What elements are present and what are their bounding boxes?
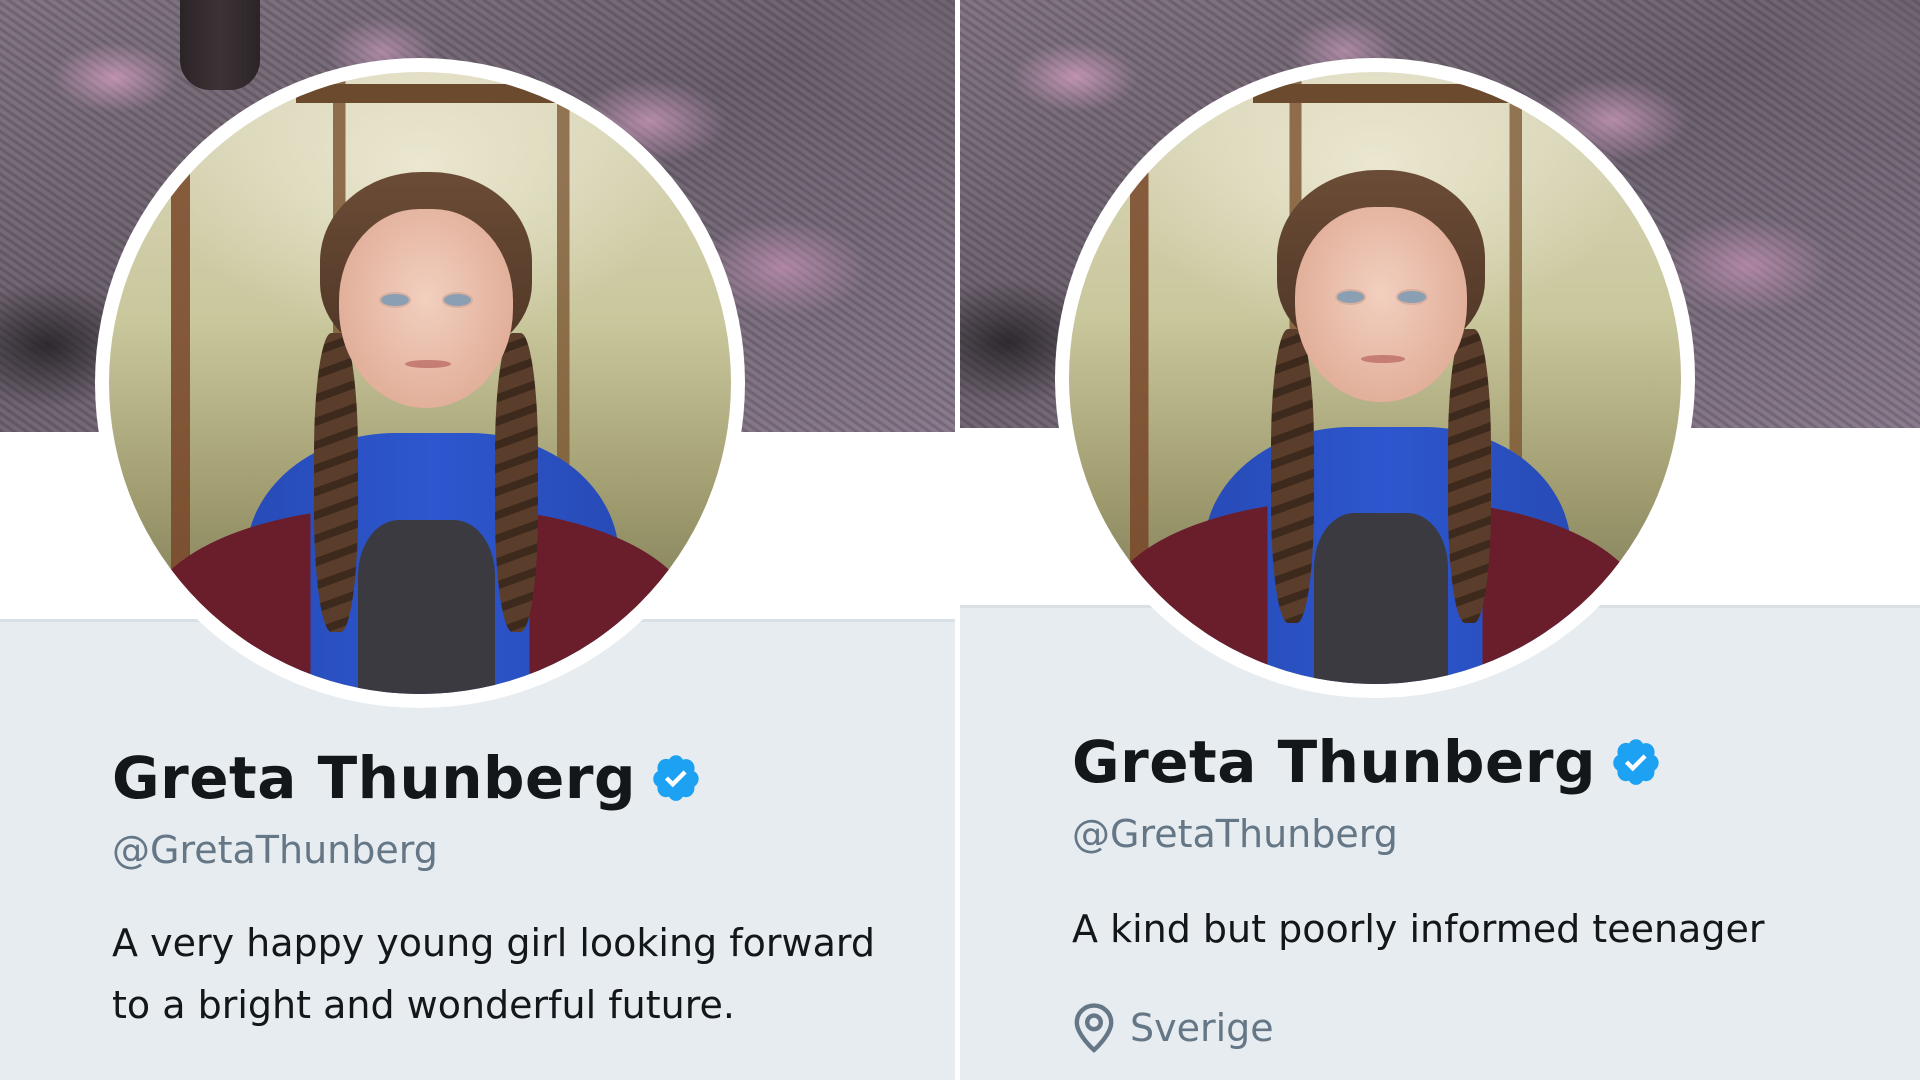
verified-badge-icon	[653, 755, 699, 801]
name-row: Greta Thunberg	[112, 738, 892, 818]
frame-beam	[295, 84, 638, 104]
avatar-photo	[109, 72, 731, 694]
face	[1295, 206, 1467, 403]
braid-left	[1270, 329, 1314, 623]
profile-panel-right: Greta Thunberg @GretaThunberg A kind but…	[960, 0, 1920, 1080]
profile-avatar[interactable]	[1055, 58, 1695, 698]
profile-info: Greta Thunberg @GretaThunberg A kind but…	[1072, 722, 1852, 1054]
profile-bio: A kind but poorly informed teenager	[1072, 898, 1852, 960]
location-pin-icon	[1074, 1003, 1114, 1053]
eye-right	[443, 294, 472, 307]
profile-panel-left: Greta Thunberg @GretaThunberg A very hap…	[0, 0, 955, 1080]
bio-line: to a bright and wonderful future.	[112, 983, 735, 1027]
braid-right	[494, 333, 539, 632]
shirt	[1313, 512, 1449, 684]
bio-line: A very happy young girl looking forward	[112, 921, 875, 965]
profile-avatar[interactable]	[95, 58, 745, 708]
face	[339, 208, 514, 408]
profile-location: Sverige	[1072, 1002, 1852, 1054]
eye-right	[1398, 290, 1426, 303]
mouth	[1360, 355, 1406, 364]
shirt	[357, 519, 495, 694]
tree-trunk	[180, 0, 260, 90]
profile-bio: A very happy young girl looking forward …	[112, 912, 892, 1036]
avatar-photo	[1069, 72, 1681, 684]
frame-beam	[1252, 84, 1590, 103]
location-text: Sverige	[1130, 1006, 1274, 1050]
profile-handle[interactable]: @GretaThunberg	[112, 828, 892, 872]
verified-badge-icon	[1613, 739, 1659, 785]
eye-left	[1336, 290, 1364, 303]
braid-right	[1448, 329, 1492, 623]
display-name[interactable]: Greta Thunberg	[1072, 728, 1596, 796]
name-row: Greta Thunberg	[1072, 722, 1852, 802]
braid-left	[314, 333, 358, 632]
display-name[interactable]: Greta Thunberg	[112, 744, 636, 812]
profile-info: Greta Thunberg @GretaThunberg A very hap…	[112, 738, 892, 1036]
bio-line: A kind but poorly informed teenager	[1072, 907, 1765, 951]
mouth	[405, 360, 451, 369]
eye-left	[380, 294, 409, 307]
comparison-image: Greta Thunberg @GretaThunberg A very hap…	[0, 0, 1920, 1080]
profile-handle[interactable]: @GretaThunberg	[1072, 812, 1852, 856]
